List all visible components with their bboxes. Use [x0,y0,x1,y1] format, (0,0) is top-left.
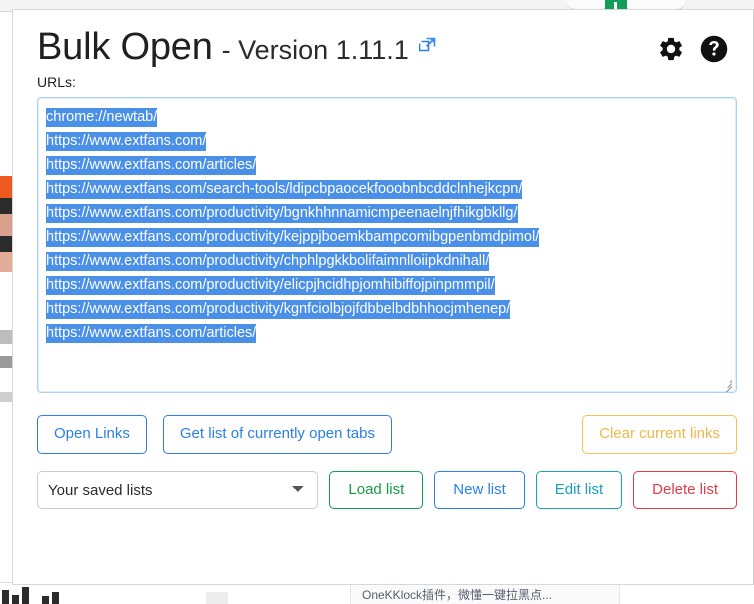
background-bar-glyph [12,595,19,604]
bulk-open-popup: Bulk Open - Version 1.11.1 URLs: chrome:… [12,9,754,585]
background-bar-glyph [52,592,59,604]
background-bar-glyph [22,587,29,604]
url-line: https://www.extfans.com/productivity/chp… [46,251,490,271]
delete-list-button[interactable]: Delete list [633,470,737,510]
clear-current-links-button[interactable]: Clear current links [582,414,737,454]
new-list-button[interactable]: New list [434,470,525,510]
page-title: Bulk Open [37,26,213,68]
url-line: https://www.extfans.com/articles/ [46,323,257,343]
url-line: https://www.extfans.com/productivity/eli… [46,275,495,295]
urls-label: URLs: [37,73,76,90]
url-line: https://www.extfans.com/productivity/kej… [46,227,540,247]
external-link-icon[interactable] [418,36,437,54]
url-line: https://www.extfans.com/productivity/kgn… [46,299,511,319]
get-open-tabs-button[interactable]: Get list of currently open tabs [162,414,392,454]
version-label: - Version 1.11.1 [221,35,409,65]
background-bottom-bar: OneKKlock插件，微懂一键拉黑点... [0,582,754,604]
textarea-resize-handle[interactable] [720,376,734,392]
edit-list-button[interactable]: Edit list [535,470,623,510]
background-bar-glyph [2,590,9,604]
gear-icon[interactable] [657,35,685,63]
background-bar-glyph [42,596,49,604]
urls-text-content: chrome://newtab/https://www.extfans.com/… [46,105,728,345]
primary-action-row: Open Links Get list of currently open ta… [37,414,737,454]
saved-lists-row: Your saved lists Load list New list Edit… [37,470,737,510]
background-card-title: OneKKlock插件，微懂一键拉黑点... [362,588,553,602]
open-links-button[interactable]: Open Links [37,414,147,454]
background-divider [206,592,228,604]
badge-notch [614,2,617,9]
url-line: https://www.extfans.com/ [46,131,207,151]
urls-textarea[interactable]: chrome://newtab/https://www.extfans.com/… [37,96,737,393]
url-line: chrome://newtab/ [46,107,158,127]
url-line: https://www.extfans.com/productivity/bgn… [46,203,518,223]
url-line: https://www.extfans.com/search-tools/ldi… [46,179,523,199]
load-list-button[interactable]: Load list [329,470,424,510]
header-icon-group [657,34,729,64]
help-circle-icon[interactable] [699,34,729,64]
saved-lists-select[interactable]: Your saved lists [37,470,319,510]
popup-header: Bulk Open - Version 1.11.1 [37,26,729,68]
url-line: https://www.extfans.com/articles/ [46,155,257,175]
